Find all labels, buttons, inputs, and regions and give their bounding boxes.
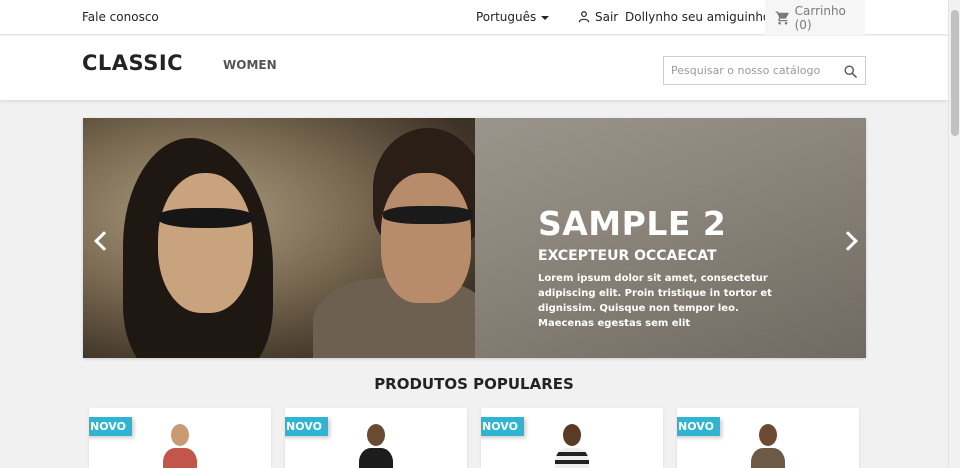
product-card[interactable]: NOVO [285,408,467,468]
contact-link[interactable]: Fale conosco [82,10,159,24]
signout-label: Sair [595,10,619,24]
slide-title: SAMPLE 2 [538,204,727,243]
signout-link[interactable]: Sair [577,10,618,24]
product-image [743,418,793,468]
slide-text: Lorem ipsum dolor sit amet, consectetur … [538,273,772,329]
product-image [351,418,401,468]
slide-subtitle: EXCEPTEUR OCCAECAT [538,248,717,264]
language-label: Português [476,10,537,24]
search-box [663,56,866,85]
logo[interactable]: CLASSIC [82,51,183,75]
new-badge: NOVO [285,417,328,436]
slide-image [83,118,493,358]
scrollbar-thumb[interactable] [951,10,959,136]
menu-item-women[interactable]: WOMEN [223,58,277,72]
new-badge: NOVO [677,417,720,436]
new-badge: NOVO [89,417,132,436]
header: CLASSIC WOMEN [0,36,948,100]
cart-button[interactable]: Carrinho (0) [765,0,865,35]
cart-label: Carrinho (0) [794,3,846,32]
top-nav: Fale conosco Português Sair Dollynho seu… [0,0,948,35]
section-title: PRODUTOS POPULARES [374,375,574,393]
scrollbar[interactable] [948,0,960,468]
search-input[interactable] [664,57,832,84]
product-card[interactable]: NOVO [677,408,859,468]
product-image [155,418,205,468]
new-badge: NOVO [481,417,524,436]
user-icon [578,11,590,23]
hero-slider: SAMPLE 2 EXCEPTEUR OCCAECAT Lorem ipsum … [83,118,866,358]
account-link[interactable]: Dollynho seu amiguinho [625,10,770,24]
product-image [547,418,597,468]
search-icon[interactable] [843,64,858,79]
product-card[interactable]: NOVO [481,408,663,468]
cart-icon [775,10,789,25]
language-selector[interactable]: Português [476,10,550,24]
product-card[interactable]: NOVO [89,408,271,468]
product-list: NOVO NOVO NOVO NOVO [89,408,859,468]
caret-down-icon [541,15,550,20]
